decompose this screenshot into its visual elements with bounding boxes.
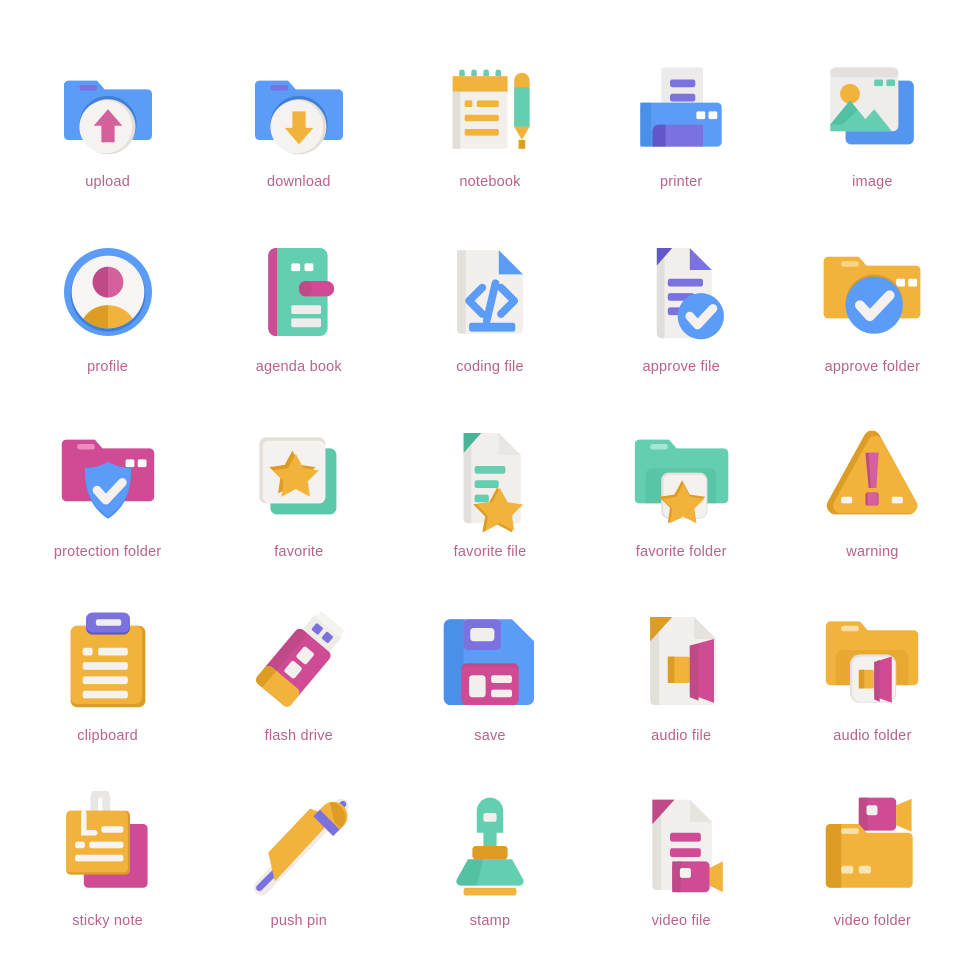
icon-cell-warning[interactable]: warning <box>777 396 968 581</box>
icon-label-audio-file: audio file <box>651 728 712 745</box>
icon-cell-favorite-folder[interactable]: favorite folder <box>586 396 777 581</box>
icon-cell-audio-folder[interactable]: audio folder <box>777 580 968 765</box>
icon-cell-save[interactable]: save <box>394 580 585 765</box>
icon-label-download: download <box>266 174 331 190</box>
folder-upload-icon[interactable] <box>53 52 163 162</box>
icon-cell-notebook[interactable]: notebook <box>394 26 585 211</box>
icon-cell-profile[interactable]: profile <box>12 211 203 396</box>
clipboard-icon[interactable] <box>53 606 163 716</box>
icon-grid: upload download notebook printer image p… <box>0 0 980 980</box>
icon-label-image: image <box>852 174 893 190</box>
sticky-note-icon[interactable] <box>53 791 163 901</box>
icon-cell-clipboard[interactable]: clipboard <box>12 580 203 765</box>
icon-cell-video-folder[interactable]: video folder <box>777 765 968 950</box>
video-file-icon[interactable] <box>626 791 736 901</box>
protection-folder-icon[interactable] <box>53 422 163 532</box>
save-icon[interactable] <box>435 606 545 716</box>
favorite-file-icon[interactable] <box>435 422 545 532</box>
icon-label-sticky-note: sticky note <box>72 913 143 930</box>
icon-label-stamp: stamp <box>469 913 511 930</box>
video-folder-icon[interactable] <box>817 791 927 901</box>
icon-label-video-folder: video folder <box>833 913 912 930</box>
favorite-icon[interactable] <box>244 422 354 532</box>
icon-cell-coding-file[interactable]: coding file <box>394 211 585 396</box>
icon-cell-favorite[interactable]: favorite <box>203 396 394 581</box>
icon-label-favorite-folder: favorite folder <box>635 543 727 560</box>
icon-label-coding-file: coding file <box>456 358 524 375</box>
folder-download-icon[interactable] <box>244 52 354 162</box>
icon-label-protection-folder: protection folder <box>53 543 162 560</box>
icon-label-favorite-file: favorite file <box>453 543 527 560</box>
icon-cell-approve-folder[interactable]: approve folder <box>777 211 968 396</box>
icon-cell-approve-file[interactable]: approve file <box>586 211 777 396</box>
icon-label-flash-drive: flash drive <box>264 728 333 745</box>
icon-label-audio-folder: audio folder <box>833 728 912 745</box>
icon-cell-agenda-book[interactable]: agenda book <box>203 211 394 396</box>
icon-label-warning: warning <box>846 543 899 560</box>
icon-label-printer: printer <box>659 174 703 190</box>
printer-icon[interactable] <box>626 52 736 162</box>
icon-cell-stamp[interactable]: stamp <box>394 765 585 950</box>
icon-cell-flash-drive[interactable]: flash drive <box>203 580 394 765</box>
icon-cell-favorite-file[interactable]: favorite file <box>394 396 585 581</box>
icon-cell-video-file[interactable]: video file <box>586 765 777 950</box>
favorite-folder-icon[interactable] <box>626 422 736 532</box>
icon-label-video-file: video file <box>651 913 711 930</box>
icon-cell-printer[interactable]: printer <box>586 26 777 211</box>
icon-label-upload: upload <box>85 174 130 190</box>
icon-cell-sticky-note[interactable]: sticky note <box>12 765 203 950</box>
stamp-icon[interactable] <box>435 791 545 901</box>
profile-icon[interactable] <box>53 237 163 347</box>
image-icon[interactable] <box>817 52 927 162</box>
icon-label-notebook: notebook <box>459 174 521 190</box>
icon-label-approve-folder: approve folder <box>824 358 921 375</box>
icon-label-favorite: favorite <box>274 543 324 560</box>
approve-file-icon[interactable] <box>626 237 736 347</box>
push-pin-icon[interactable] <box>244 791 354 901</box>
flash-drive-icon[interactable] <box>244 606 354 716</box>
agenda-book-icon[interactable] <box>244 237 354 347</box>
icon-label-profile: profile <box>87 358 129 375</box>
icon-cell-protection-folder[interactable]: protection folder <box>12 396 203 581</box>
warning-icon[interactable] <box>817 422 927 532</box>
icon-label-clipboard: clipboard <box>77 728 138 745</box>
approve-folder-icon[interactable] <box>817 237 927 347</box>
notebook-icon[interactable] <box>435 52 545 162</box>
icon-cell-image[interactable]: image <box>777 26 968 211</box>
icon-cell-push-pin[interactable]: push pin <box>203 765 394 950</box>
icon-label-agenda-book: agenda book <box>255 358 342 375</box>
icon-cell-audio-file[interactable]: audio file <box>586 580 777 765</box>
icon-label-approve-file: approve file <box>642 358 720 375</box>
icon-label-push-pin: push pin <box>270 913 327 930</box>
icon-cell-upload[interactable]: upload <box>12 26 203 211</box>
icon-label-save: save <box>474 728 506 745</box>
audio-file-icon[interactable] <box>626 606 736 716</box>
audio-folder-icon[interactable] <box>817 606 927 716</box>
coding-file-icon[interactable] <box>435 237 545 347</box>
icon-cell-download[interactable]: download <box>203 26 394 211</box>
